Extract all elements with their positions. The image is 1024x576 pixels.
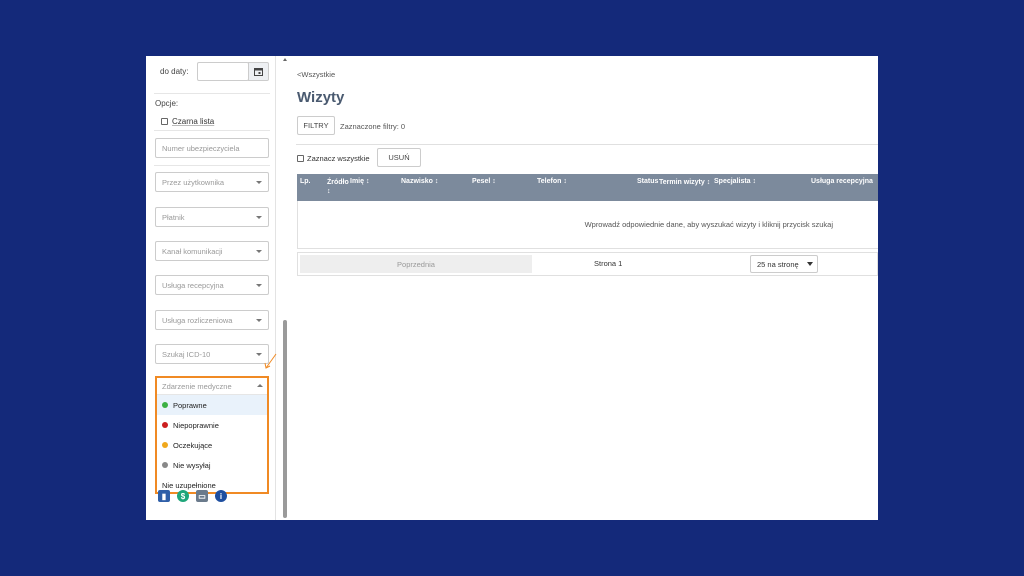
channel-select-placeholder: Kanał komunikacji [162,246,223,256]
divider [154,130,270,131]
blacklist-option[interactable]: Czarna lista [161,117,214,126]
option-label: Oczekujące [173,440,213,450]
select-all-label: Zaznacz wszystkie [307,154,370,163]
user-select[interactable]: Przez użytkownika [155,172,269,192]
divider [154,165,270,166]
billing-service-placeholder: Usługa rozliczeniowa [162,315,233,325]
option-correct[interactable]: Poprawne [157,395,267,415]
chevron-down-icon [256,216,262,219]
reception-service-placeholder: Usługa recepcyjna [162,280,224,290]
table-body: Wprowadź odpowiednie dane, aby wyszukać … [297,201,878,249]
blacklist-checkbox[interactable] [161,118,168,125]
date-to-input[interactable] [197,62,249,81]
main-panel: <Wszystkie Wizyty FILTRY Zaznaczone filt… [296,56,878,520]
empty-message: Wprowadź odpowiednie dane, aby wyszukać … [584,220,833,229]
bottom-icons: ▮ $ ▭ i [158,490,227,502]
medical-event-placeholder: Zdarzenie medyczne [162,381,232,391]
channel-select[interactable]: Kanał komunikacji [155,241,269,261]
col-last-name[interactable]: Nazwisko ↕ [401,178,438,185]
selected-filters-count: Zaznaczone filtry: 0 [340,122,406,131]
reception-service-select[interactable]: Usługa recepcyjna [155,275,269,295]
status-dot-icon [162,462,168,468]
payer-select[interactable]: Płatnik [155,207,269,227]
option-incorrect[interactable]: Niepoprawnie [157,415,267,435]
icd10-search-placeholder: Szukaj ICD-10 [162,349,211,359]
breadcrumb[interactable]: <Wszystkie [297,70,335,79]
highlight-arrow [264,353,277,369]
option-do-not-send[interactable]: Nie wysyłaj [157,455,267,475]
chevron-down-icon [256,284,262,287]
per-page-value: 25 na stronę [757,259,799,269]
billing-service-select[interactable]: Usługa rozliczeniowa [155,310,269,330]
col-reception-service[interactable]: Usługa recepcyjna [811,178,873,185]
col-lp[interactable]: Lp. [300,178,311,185]
table-header: Lp. Źródło ↕ Imię ↕ Nazwisko ↕ Pesel ↕ T… [297,174,878,201]
date-to-row: do daty: [160,62,269,81]
option-label: Poprawne [173,400,207,410]
medical-event-select[interactable]: Zdarzenie medyczne [157,378,267,395]
blacklist-label: Czarna lista [172,117,215,126]
col-phone[interactable]: Telefon ↕ [537,178,567,185]
dollar-icon[interactable]: $ [177,490,189,502]
chevron-down-icon [256,250,262,253]
info-icon[interactable]: i [215,490,227,502]
filter-sidebar: do daty: Opcje: Czarna lista Numer ubezp… [146,56,277,520]
divider [154,93,270,94]
user-select-placeholder: Przez użytkownika [162,177,225,187]
book-icon[interactable]: ▮ [158,490,170,502]
icd10-search-select[interactable]: Szukaj ICD-10 [155,344,269,364]
chevron-down-icon [807,262,813,266]
sidebar-scrollbar[interactable] [283,320,287,518]
status-dot-icon [162,402,168,408]
select-all-option[interactable]: Zaznacz wszystkie [297,154,370,163]
options-label: Opcje: [155,99,179,108]
option-label: Nie uzupełnione [162,480,216,490]
page-title: Wizyty [297,89,345,106]
calendar-icon[interactable] [248,62,269,81]
col-pesel[interactable]: Pesel ↕ [472,178,496,185]
pagination: Poprzednia Strona 1 25 na stronę [297,252,878,276]
chevron-down-icon [256,319,262,322]
insurer-number-placeholder: Numer ubezpieczyciela [162,143,240,153]
col-status[interactable]: Status [637,178,658,185]
chevron-up-icon [257,384,263,387]
option-pending[interactable]: Oczekujące [157,435,267,455]
select-all-checkbox[interactable] [297,155,304,162]
col-specialist[interactable]: Specjalista ↕ [714,178,756,185]
monitor-icon[interactable]: ▭ [196,490,208,502]
app-window: do daty: Opcje: Czarna lista Numer ubezp… [146,56,878,520]
col-first-name[interactable]: Imię ↕ [350,178,369,185]
col-visit-date[interactable]: Termin wizyty ↕ [659,178,711,187]
visits-table: Lp. Źródło ↕ Imię ↕ Nazwisko ↕ Pesel ↕ T… [297,174,878,249]
divider [296,144,878,145]
status-dot-icon [162,442,168,448]
scroll-up-icon[interactable] [283,58,287,61]
medical-event-dropdown[interactable]: Zdarzenie medyczne Poprawne Niepoprawnie… [155,376,269,494]
option-label: Nie wysyłaj [173,460,211,470]
delete-button[interactable]: USUŃ [377,148,421,167]
insurer-number-input[interactable]: Numer ubezpieczyciela [155,138,269,158]
previous-page-button[interactable]: Poprzednia [300,255,532,273]
current-page: Strona 1 [594,259,623,268]
option-label: Niepoprawnie [173,420,219,430]
chevron-down-icon [256,181,262,184]
date-to-label: do daty: [160,67,189,76]
status-dot-icon [162,422,168,428]
filters-button[interactable]: FILTRY [297,116,335,135]
payer-select-placeholder: Płatnik [162,212,185,222]
col-source[interactable]: Źródło ↕ [327,178,349,196]
per-page-select[interactable]: 25 na stronę [750,255,818,273]
